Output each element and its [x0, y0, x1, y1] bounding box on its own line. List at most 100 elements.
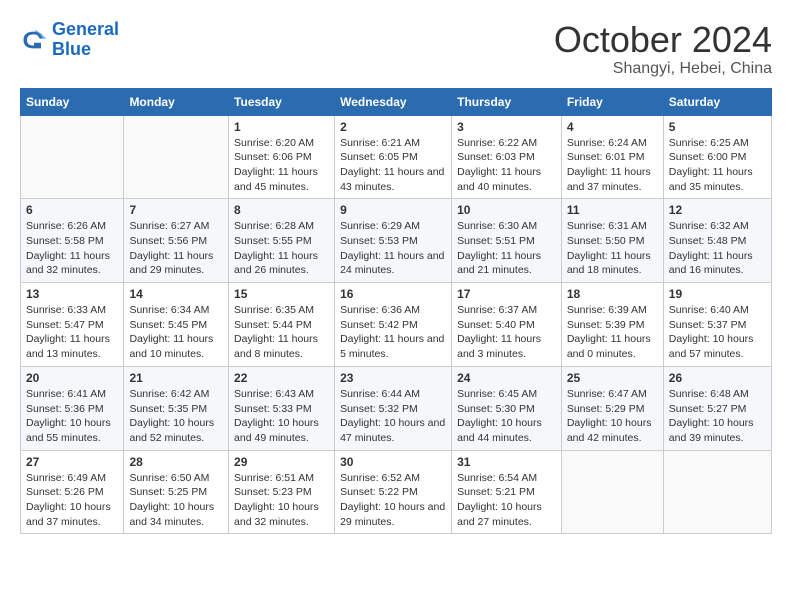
- day-info: Sunrise: 6:37 AM Sunset: 5:40 PM Dayligh…: [457, 303, 556, 362]
- day-number: 16: [340, 287, 446, 301]
- day-number: 28: [129, 455, 223, 469]
- day-number: 20: [26, 371, 118, 385]
- day-info: Sunrise: 6:24 AM Sunset: 6:01 PM Dayligh…: [567, 136, 658, 195]
- day-info: Sunrise: 6:48 AM Sunset: 5:27 PM Dayligh…: [669, 387, 766, 446]
- day-number: 7: [129, 203, 223, 217]
- day-number: 5: [669, 120, 766, 134]
- calendar-cell: 31 Sunrise: 6:54 AM Sunset: 5:21 PM Dayli…: [452, 450, 562, 534]
- calendar-week-row: 27 Sunrise: 6:49 AM Sunset: 5:26 PM Dayli…: [21, 450, 772, 534]
- calendar-cell: 3Sunrise: 6:22 AM Sunset: 6:03 PM Daylig…: [452, 115, 562, 199]
- calendar-cell: 29 Sunrise: 6:51 AM Sunset: 5:23 PM Dayli…: [229, 450, 335, 534]
- logo: General Blue: [20, 20, 119, 60]
- calendar-cell: 8Sunrise: 6:28 AM Sunset: 5:55 PM Daylig…: [229, 199, 335, 283]
- day-info: Sunrise: 6:36 AM Sunset: 5:42 PM Dayligh…: [340, 303, 446, 362]
- weekday-header: Saturday: [663, 88, 771, 115]
- day-number: 12: [669, 203, 766, 217]
- calendar-cell: 28 Sunrise: 6:50 AM Sunset: 5:25 PM Dayli…: [124, 450, 229, 534]
- weekday-header: Friday: [561, 88, 663, 115]
- calendar-cell: 9Sunrise: 6:29 AM Sunset: 5:53 PM Daylig…: [335, 199, 452, 283]
- day-number: 29: [234, 455, 329, 469]
- calendar-cell: 2 Sunrise: 6:21 AM Sunset: 6:05 PM Daylig…: [335, 115, 452, 199]
- day-info: Sunrise: 6:47 AM Sunset: 5:29 PM Dayligh…: [567, 387, 658, 446]
- day-info: Sunrise: 6:33 AM Sunset: 5:47 PM Dayligh…: [26, 303, 118, 362]
- day-info: Sunrise: 6:41 AM Sunset: 5:36 PM Dayligh…: [26, 387, 118, 446]
- day-info: Sunrise: 6:49 AM Sunset: 5:26 PM Dayligh…: [26, 471, 118, 530]
- calendar-cell: 1 Sunrise: 6:20 AM Sunset: 6:06 PM Daylig…: [229, 115, 335, 199]
- calendar-cell: 21Sunrise: 6:42 AM Sunset: 5:35 PM Dayli…: [124, 366, 229, 450]
- logo-text: General Blue: [52, 20, 119, 60]
- calendar-cell: [561, 450, 663, 534]
- day-info: Sunrise: 6:26 AM Sunset: 5:58 PM Dayligh…: [26, 219, 118, 278]
- day-number: 8: [234, 203, 329, 217]
- day-number: 2: [340, 120, 446, 134]
- day-number: 31: [457, 455, 556, 469]
- calendar-cell: 14Sunrise: 6:34 AM Sunset: 5:45 PM Dayli…: [124, 283, 229, 367]
- day-info: Sunrise: 6:51 AM Sunset: 5:23 PM Dayligh…: [234, 471, 329, 530]
- calendar-cell: 6 Sunrise: 6:26 AM Sunset: 5:58 PM Daylig…: [21, 199, 124, 283]
- location-subtitle: Shangyi, Hebei, China: [554, 60, 772, 78]
- month-title: October 2024: [554, 20, 772, 60]
- calendar-cell: 30 Sunrise: 6:52 AM Sunset: 5:22 PM Dayli…: [335, 450, 452, 534]
- day-number: 19: [669, 287, 766, 301]
- weekday-header: Wednesday: [335, 88, 452, 115]
- day-number: 26: [669, 371, 766, 385]
- calendar-week-row: 13Sunrise: 6:33 AM Sunset: 5:47 PM Dayli…: [21, 283, 772, 367]
- day-info: Sunrise: 6:43 AM Sunset: 5:33 PM Dayligh…: [234, 387, 329, 446]
- logo-icon: [20, 26, 48, 54]
- calendar-cell: [21, 115, 124, 199]
- calendar-cell: 22Sunrise: 6:43 AM Sunset: 5:33 PM Dayli…: [229, 366, 335, 450]
- calendar-cell: 27 Sunrise: 6:49 AM Sunset: 5:26 PM Dayli…: [21, 450, 124, 534]
- weekday-header: Thursday: [452, 88, 562, 115]
- day-number: 30: [340, 455, 446, 469]
- day-info: Sunrise: 6:32 AM Sunset: 5:48 PM Dayligh…: [669, 219, 766, 278]
- calendar-cell: 17 Sunrise: 6:37 AM Sunset: 5:40 PM Dayli…: [452, 283, 562, 367]
- day-number: 23: [340, 371, 446, 385]
- calendar-cell: 4Sunrise: 6:24 AM Sunset: 6:01 PM Daylig…: [561, 115, 663, 199]
- day-number: 17: [457, 287, 556, 301]
- day-info: Sunrise: 6:44 AM Sunset: 5:32 PM Dayligh…: [340, 387, 446, 446]
- day-number: 3: [457, 120, 556, 134]
- weekday-header: Tuesday: [229, 88, 335, 115]
- day-number: 14: [129, 287, 223, 301]
- day-number: 15: [234, 287, 329, 301]
- day-info: Sunrise: 6:42 AM Sunset: 5:35 PM Dayligh…: [129, 387, 223, 446]
- day-number: 24: [457, 371, 556, 385]
- calendar-header-row: SundayMondayTuesdayWednesdayThursdayFrid…: [21, 88, 772, 115]
- title-block: October 2024 Shangyi, Hebei, China: [554, 20, 772, 78]
- day-info: Sunrise: 6:21 AM Sunset: 6:05 PM Dayligh…: [340, 136, 446, 195]
- calendar-cell: 12 Sunrise: 6:32 AM Sunset: 5:48 PM Dayli…: [663, 199, 771, 283]
- day-info: Sunrise: 6:31 AM Sunset: 5:50 PM Dayligh…: [567, 219, 658, 278]
- calendar-cell: 25Sunrise: 6:47 AM Sunset: 5:29 PM Dayli…: [561, 366, 663, 450]
- day-info: Sunrise: 6:29 AM Sunset: 5:53 PM Dayligh…: [340, 219, 446, 278]
- calendar-week-row: 6 Sunrise: 6:26 AM Sunset: 5:58 PM Daylig…: [21, 199, 772, 283]
- calendar-cell: 5 Sunrise: 6:25 AM Sunset: 6:00 PM Daylig…: [663, 115, 771, 199]
- calendar-cell: 19Sunrise: 6:40 AM Sunset: 5:37 PM Dayli…: [663, 283, 771, 367]
- calendar-table: SundayMondayTuesdayWednesdayThursdayFrid…: [20, 88, 772, 535]
- calendar-cell: 16 Sunrise: 6:36 AM Sunset: 5:42 PM Dayli…: [335, 283, 452, 367]
- calendar-cell: 10Sunrise: 6:30 AM Sunset: 5:51 PM Dayli…: [452, 199, 562, 283]
- weekday-header: Sunday: [21, 88, 124, 115]
- page-header: General Blue October 2024 Shangyi, Hebei…: [20, 20, 772, 78]
- calendar-cell: 11 Sunrise: 6:31 AM Sunset: 5:50 PM Dayli…: [561, 199, 663, 283]
- day-info: Sunrise: 6:20 AM Sunset: 6:06 PM Dayligh…: [234, 136, 329, 195]
- day-number: 10: [457, 203, 556, 217]
- day-number: 6: [26, 203, 118, 217]
- calendar-week-row: 1 Sunrise: 6:20 AM Sunset: 6:06 PM Daylig…: [21, 115, 772, 199]
- day-info: Sunrise: 6:25 AM Sunset: 6:00 PM Dayligh…: [669, 136, 766, 195]
- day-info: Sunrise: 6:50 AM Sunset: 5:25 PM Dayligh…: [129, 471, 223, 530]
- day-info: Sunrise: 6:52 AM Sunset: 5:22 PM Dayligh…: [340, 471, 446, 530]
- day-info: Sunrise: 6:39 AM Sunset: 5:39 PM Dayligh…: [567, 303, 658, 362]
- calendar-week-row: 20 Sunrise: 6:41 AM Sunset: 5:36 PM Dayli…: [21, 366, 772, 450]
- calendar-cell: [124, 115, 229, 199]
- day-number: 1: [234, 120, 329, 134]
- calendar-cell: 23 Sunrise: 6:44 AM Sunset: 5:32 PM Dayli…: [335, 366, 452, 450]
- day-number: 27: [26, 455, 118, 469]
- day-number: 11: [567, 203, 658, 217]
- day-info: Sunrise: 6:54 AM Sunset: 5:21 PM Dayligh…: [457, 471, 556, 530]
- calendar-cell: 18 Sunrise: 6:39 AM Sunset: 5:39 PM Dayli…: [561, 283, 663, 367]
- calendar-cell: 24Sunrise: 6:45 AM Sunset: 5:30 PM Dayli…: [452, 366, 562, 450]
- calendar-cell: 15 Sunrise: 6:35 AM Sunset: 5:44 PM Dayli…: [229, 283, 335, 367]
- day-info: Sunrise: 6:35 AM Sunset: 5:44 PM Dayligh…: [234, 303, 329, 362]
- day-info: Sunrise: 6:27 AM Sunset: 5:56 PM Dayligh…: [129, 219, 223, 278]
- day-number: 18: [567, 287, 658, 301]
